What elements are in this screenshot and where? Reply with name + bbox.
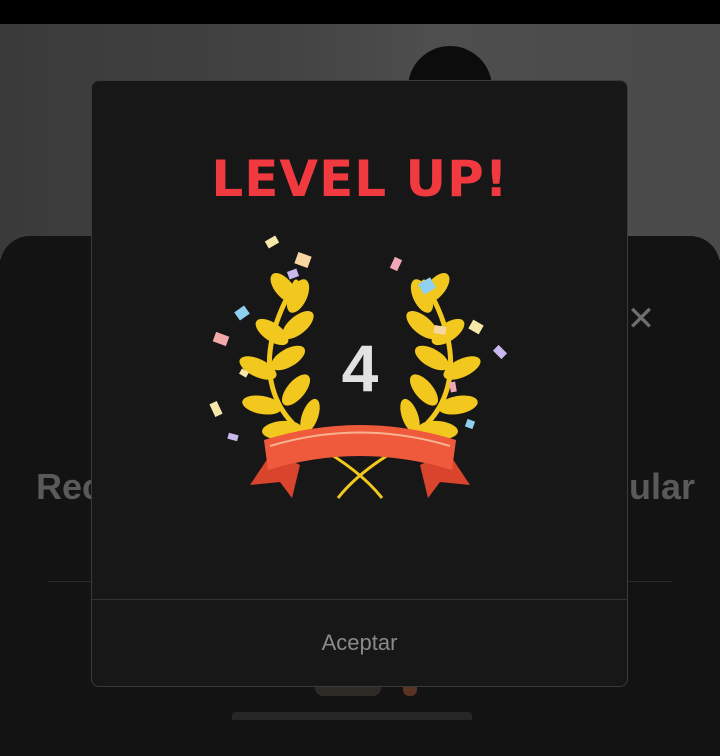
background-item (315, 686, 381, 696)
close-icon[interactable]: ✕ (624, 302, 658, 336)
background-text-left: Rec (36, 466, 91, 507)
dialog-title: LEVEL UP! (211, 150, 509, 208)
background-text-right: ular (629, 466, 696, 507)
background-item (232, 712, 472, 720)
accept-button[interactable]: Aceptar (92, 600, 627, 686)
background-item (403, 686, 417, 696)
level-number: 4 (341, 331, 379, 405)
status-bar (0, 0, 720, 24)
